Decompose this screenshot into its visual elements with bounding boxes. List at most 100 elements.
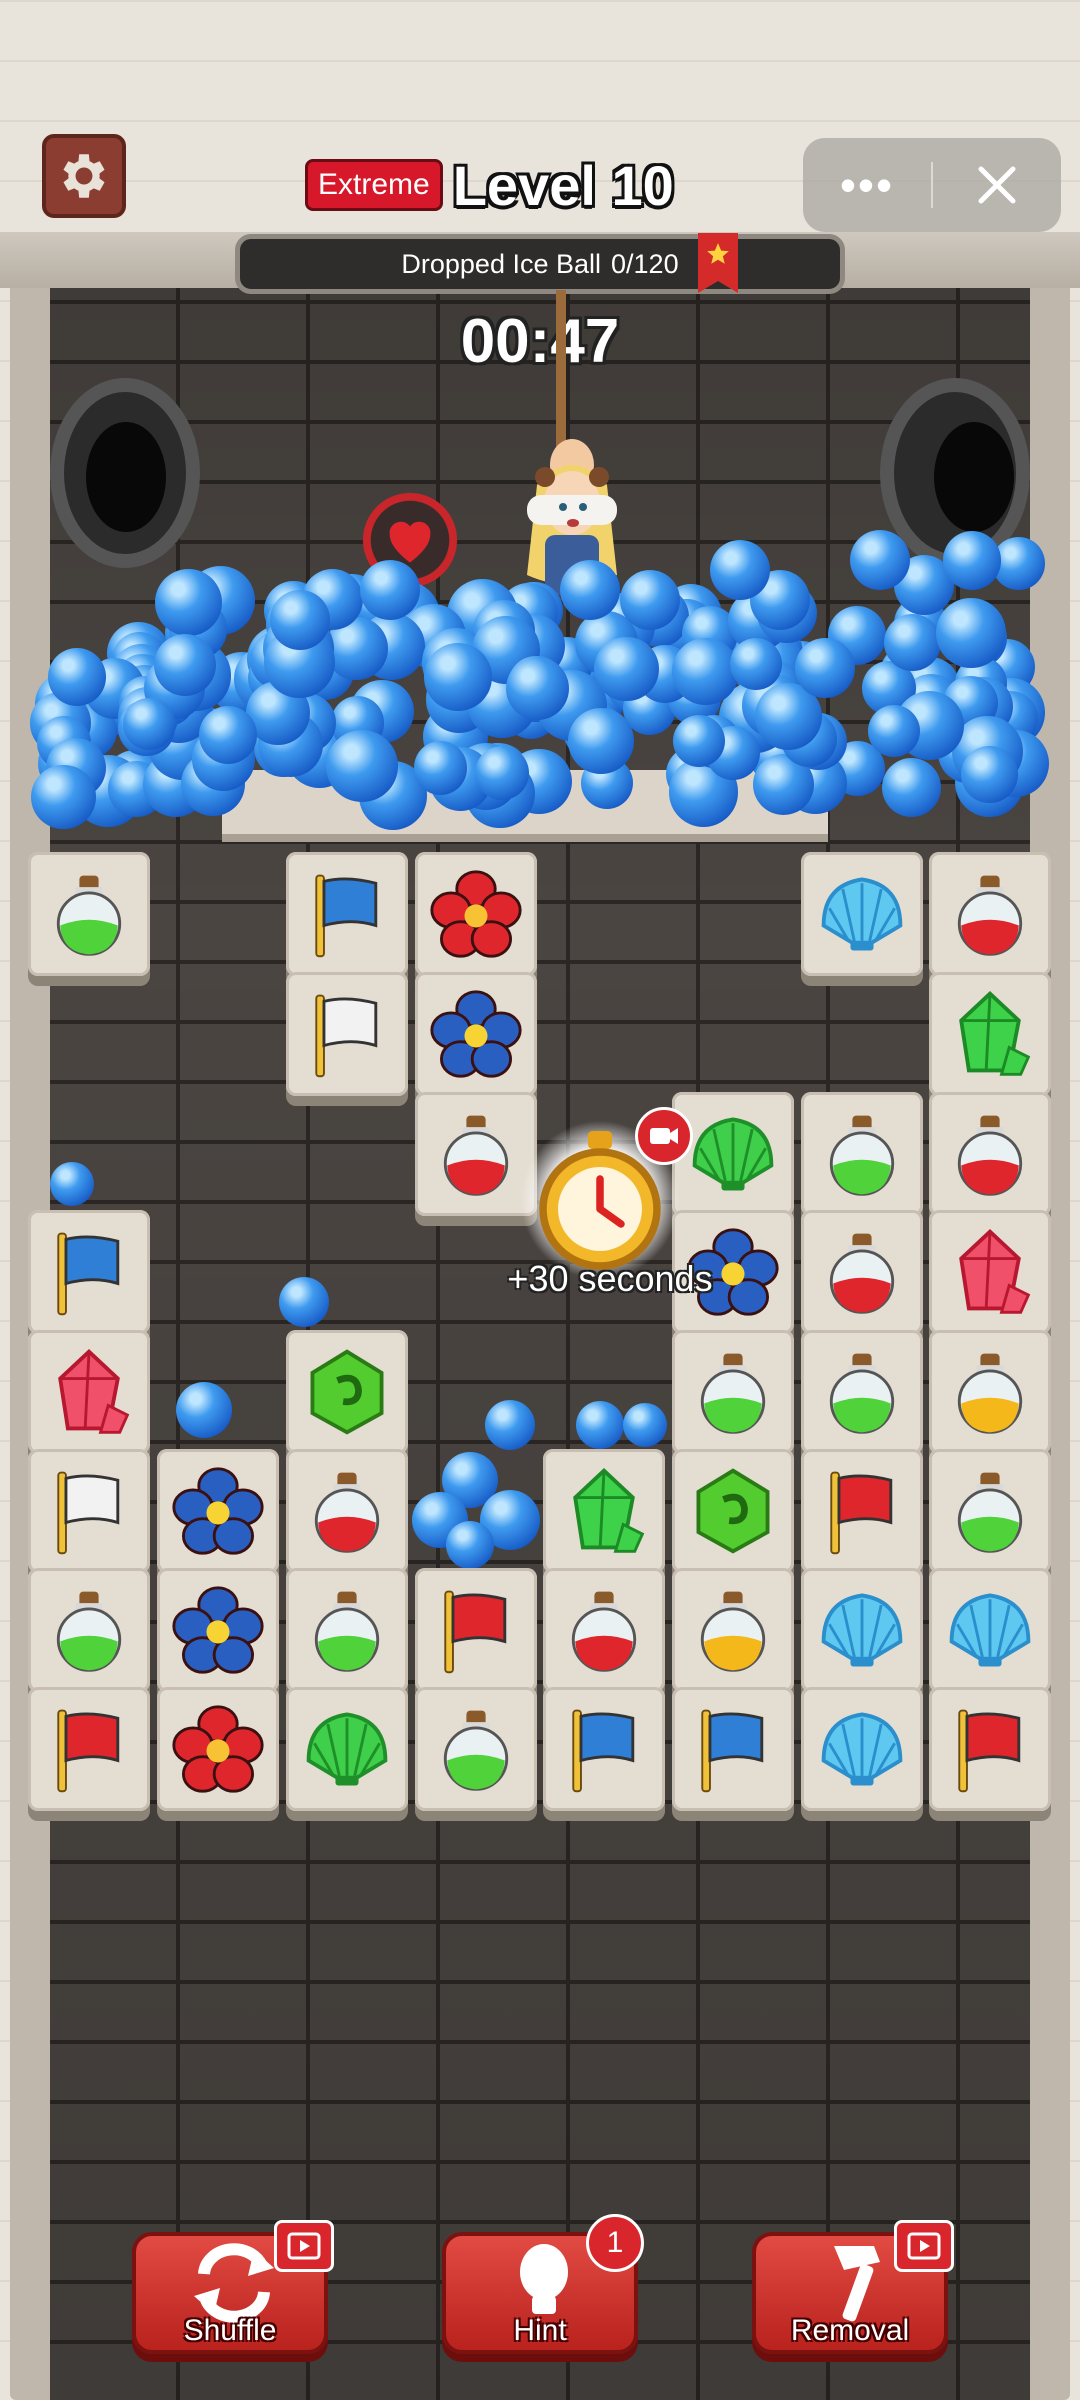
hint-count-badge: 1 bbox=[586, 2214, 644, 2272]
tile-green-potion[interactable] bbox=[672, 1330, 794, 1454]
tile-green-rune[interactable] bbox=[672, 1449, 794, 1573]
countdown-timer: 00:47 bbox=[460, 307, 620, 376]
settings-button[interactable] bbox=[42, 134, 126, 218]
tile-red-potion[interactable] bbox=[286, 1449, 408, 1573]
tile-green-potion[interactable] bbox=[28, 1568, 150, 1692]
tile-red-flag[interactable] bbox=[929, 1687, 1051, 1811]
tile-blue-shell[interactable] bbox=[801, 1687, 923, 1811]
princess-character bbox=[527, 439, 617, 595]
blue-shell-icon bbox=[821, 1593, 903, 1667]
blue-flag-icon bbox=[572, 1709, 635, 1793]
tile-red-flag[interactable] bbox=[415, 1568, 537, 1692]
green-potion-icon bbox=[443, 1710, 509, 1791]
green-potion-icon bbox=[957, 1472, 1023, 1553]
lightbulb-icon bbox=[520, 2244, 568, 2314]
heart-orb bbox=[360, 490, 460, 590]
tile-green-shell[interactable] bbox=[286, 1687, 408, 1811]
more-button[interactable]: ••• bbox=[803, 162, 931, 208]
white-flag-icon bbox=[315, 994, 378, 1078]
level-header: Extreme Level 10 bbox=[305, 150, 674, 220]
tile-red-potion[interactable] bbox=[929, 852, 1051, 976]
removal-label: Removal bbox=[790, 2314, 910, 2347]
hint-label: Hint bbox=[513, 2314, 567, 2347]
tile-green-potion[interactable] bbox=[801, 1092, 923, 1216]
blue-shell-icon bbox=[821, 877, 903, 951]
tile-green-gem[interactable] bbox=[543, 1449, 665, 1573]
bonus-text: +30 seconds bbox=[507, 1258, 713, 1299]
yellow-potion-icon bbox=[957, 1353, 1023, 1434]
red-potion-icon bbox=[443, 1115, 509, 1196]
video-camera-icon bbox=[635, 1107, 693, 1165]
green-potion-icon bbox=[829, 1115, 895, 1196]
tile-green-potion[interactable] bbox=[286, 1568, 408, 1692]
goal-bar: Dropped Ice Ball 0/120 bbox=[235, 233, 845, 294]
goal-progress: 0/120 bbox=[611, 248, 679, 279]
red-potion-icon bbox=[314, 1472, 380, 1553]
tile-red-potion[interactable] bbox=[929, 1092, 1051, 1216]
green-shell-icon bbox=[692, 1117, 774, 1191]
green-potion-icon bbox=[314, 1591, 380, 1672]
red-flower-icon bbox=[172, 1705, 264, 1793]
blue-shell-icon bbox=[821, 1712, 903, 1786]
red-potion-icon bbox=[957, 1115, 1023, 1196]
tile-red-flag[interactable] bbox=[28, 1687, 150, 1811]
tile-white-flag[interactable] bbox=[28, 1449, 150, 1573]
tile-red-gem[interactable] bbox=[28, 1330, 150, 1454]
red-flag-icon bbox=[830, 1471, 893, 1555]
green-rune-icon bbox=[310, 1349, 384, 1435]
tile-red-flag[interactable] bbox=[801, 1449, 923, 1573]
blue-flag-icon bbox=[315, 874, 378, 958]
removal-button[interactable]: Removal bbox=[752, 2220, 954, 2354]
tile-green-potion[interactable] bbox=[929, 1449, 1051, 1573]
gear-icon bbox=[63, 154, 105, 198]
mini-program-controls: ••• bbox=[803, 138, 1061, 232]
tile-blue-flag[interactable] bbox=[543, 1687, 665, 1811]
red-potion-icon bbox=[829, 1233, 895, 1314]
green-potion-icon bbox=[56, 1591, 122, 1672]
tile-green-rune[interactable] bbox=[286, 1330, 408, 1454]
tile-red-potion[interactable] bbox=[415, 1092, 537, 1216]
tile-blue-flower[interactable] bbox=[157, 1449, 279, 1573]
star-ribbon-icon bbox=[698, 233, 738, 293]
tile-green-potion[interactable] bbox=[801, 1330, 923, 1454]
tile-blue-flag[interactable] bbox=[672, 1687, 794, 1811]
tile-green-gem[interactable] bbox=[929, 972, 1051, 1096]
video-film-icon bbox=[274, 2220, 334, 2272]
tile-red-gem[interactable] bbox=[929, 1210, 1051, 1334]
tile-blue-shell[interactable] bbox=[929, 1568, 1051, 1692]
tile-red-potion[interactable] bbox=[801, 1210, 923, 1334]
green-shell-icon bbox=[306, 1712, 388, 1786]
blue-shell-icon bbox=[949, 1593, 1031, 1667]
hammer-icon bbox=[834, 2246, 880, 2322]
tile-red-potion[interactable] bbox=[543, 1568, 665, 1692]
tile-red-flower[interactable] bbox=[415, 852, 537, 976]
tile-white-flag[interactable] bbox=[286, 972, 408, 1096]
tile-green-potion[interactable] bbox=[415, 1687, 537, 1811]
shuffle-button[interactable]: Shuffle bbox=[132, 2220, 334, 2354]
tile-blue-flower[interactable] bbox=[157, 1568, 279, 1692]
tile-yellow-potion[interactable] bbox=[672, 1568, 794, 1692]
hint-button[interactable]: Hint 1 bbox=[442, 2214, 644, 2354]
blue-flower-icon bbox=[172, 1467, 264, 1555]
shuffle-label: Shuffle bbox=[183, 2314, 277, 2347]
red-flag-icon bbox=[57, 1709, 120, 1793]
level-title: Level 10 bbox=[452, 153, 674, 217]
video-film-icon bbox=[894, 2220, 954, 2272]
difficulty-badge: Extreme bbox=[305, 159, 443, 211]
tile-green-potion[interactable] bbox=[28, 852, 150, 976]
tile-green-shell[interactable] bbox=[672, 1092, 794, 1216]
red-flag-icon bbox=[444, 1590, 507, 1674]
tile-blue-flag[interactable] bbox=[28, 1210, 150, 1334]
tile-yellow-potion[interactable] bbox=[929, 1330, 1051, 1454]
tile-blue-shell[interactable] bbox=[801, 852, 923, 976]
tile-blue-flower[interactable] bbox=[415, 972, 537, 1096]
green-potion-icon bbox=[829, 1353, 895, 1434]
tile-blue-flag[interactable] bbox=[286, 852, 408, 976]
left-cannon bbox=[50, 378, 200, 568]
close-button[interactable] bbox=[933, 163, 1061, 207]
white-flag-icon bbox=[57, 1471, 120, 1555]
tile-red-flower[interactable] bbox=[157, 1687, 279, 1811]
green-rune-icon bbox=[696, 1468, 770, 1554]
tile-blue-shell[interactable] bbox=[801, 1568, 923, 1692]
close-icon bbox=[978, 166, 1016, 204]
